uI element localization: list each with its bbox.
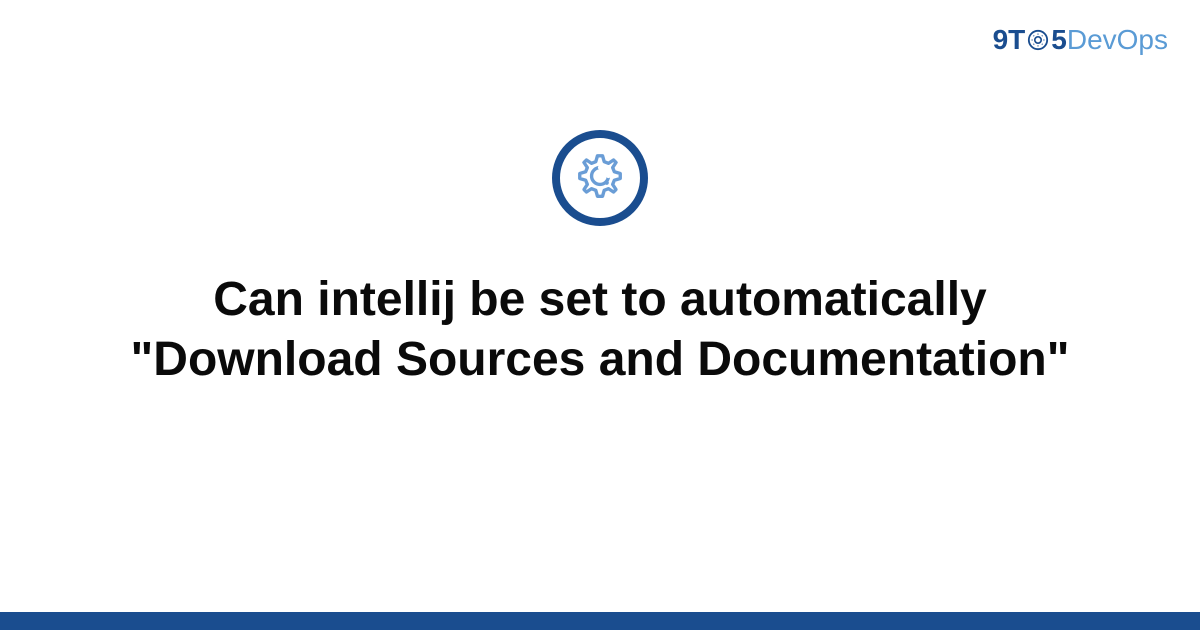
gear-icon bbox=[1026, 28, 1050, 52]
logo-text-prefix: 9T bbox=[993, 24, 1026, 56]
site-logo: 9T 5 DevOps bbox=[993, 24, 1168, 56]
footer-bar bbox=[0, 612, 1200, 630]
gear-icon bbox=[573, 149, 627, 208]
circle-badge bbox=[552, 130, 648, 226]
page-title: Can intellij be set to automatically "Do… bbox=[100, 270, 1100, 390]
logo-text-suffix: DevOps bbox=[1067, 24, 1168, 56]
logo-text-mid: 5 bbox=[1051, 24, 1067, 56]
hero-icon-container bbox=[552, 130, 648, 226]
